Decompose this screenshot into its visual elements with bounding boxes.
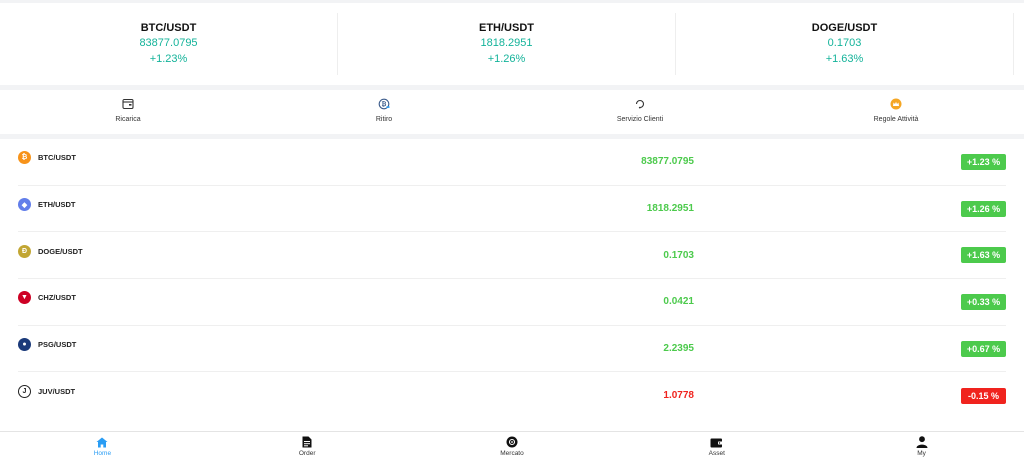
tab-mercato[interactable]: Mercato — [410, 432, 615, 457]
bitcoin-withdraw-icon: ₿ — [377, 97, 391, 111]
tab-my[interactable]: My — [819, 432, 1024, 457]
quick-action-label: Ricarica — [115, 116, 141, 123]
coin-cell: ▼ CHZ/USDT — [18, 291, 318, 305]
ticker-doge[interactable]: DOGE/USDT 0.1703 +1.63% — [676, 13, 1014, 75]
ticker-change: +1.26% — [487, 53, 526, 65]
change-badge: +0.67 % — [961, 340, 1006, 357]
quick-action-ricarica[interactable]: Ricarica — [0, 90, 256, 134]
tab-label: Asset — [708, 450, 725, 457]
psg-icon: ● — [18, 338, 31, 352]
tab-label: My — [917, 450, 926, 457]
market-icon — [505, 436, 519, 448]
juv-icon: J — [18, 385, 31, 399]
home-icon — [95, 436, 109, 448]
market-row-juv[interactable]: J JUV/USDT 1.0778 -0.15 % — [18, 372, 1006, 419]
market-row-doge[interactable]: Ð DOGE/USDT 0.1703 +1.63 % — [18, 232, 1006, 280]
coin-symbol: DOGE/USDT — [38, 246, 83, 256]
market-price: 1818.2951 — [646, 203, 694, 215]
change-badge: +1.23 % — [961, 153, 1006, 170]
bottom-tab-bar: Home Order Mercato Asset My — [0, 431, 1024, 457]
ticker-price: 83877.0795 — [139, 37, 198, 49]
doge-icon: Ð — [18, 244, 31, 258]
tab-order[interactable]: Order — [205, 432, 410, 457]
crown-icon — [889, 97, 903, 111]
coin-cell: ● PSG/USDT — [18, 338, 318, 352]
coin-cell: Ð DOGE/USDT — [18, 244, 318, 258]
change-badge: -0.15 % — [961, 387, 1006, 404]
quick-action-label: Regole Attività — [873, 116, 919, 123]
quick-action-regole-attivita[interactable]: Regole Attività — [768, 90, 1024, 134]
market-row-btc[interactable]: ₿ BTC/USDT 83877.0795 +1.23 % — [18, 139, 1006, 186]
eth-icon: ◆ — [18, 198, 31, 212]
tab-label: Mercato — [500, 450, 524, 457]
coin-symbol: JUV/USDT — [38, 387, 76, 397]
quick-actions: Ricarica ₿ Ritiro Servizio Clienti Regol… — [0, 90, 1024, 134]
chz-icon: ▼ — [18, 291, 31, 305]
quick-action-label: Servizio Clienti — [616, 116, 664, 123]
tab-asset[interactable]: Asset — [614, 432, 819, 457]
order-document-icon — [300, 436, 314, 448]
quick-action-label: Ritiro — [375, 116, 393, 123]
quick-action-servizio-clienti[interactable]: Servizio Clienti — [512, 90, 768, 134]
ticker-change: +1.63% — [825, 53, 864, 65]
btc-icon: ₿ — [18, 151, 31, 165]
coin-symbol: PSG/USDT — [38, 340, 77, 350]
change-badge: +1.63 % — [961, 247, 1006, 264]
market-row-eth[interactable]: ◆ ETH/USDT 1818.2951 +1.26 % — [18, 186, 1006, 233]
coin-cell: ₿ BTC/USDT — [18, 151, 318, 165]
ticker-btc[interactable]: BTC/USDT 83877.0795 +1.23% — [0, 13, 338, 75]
ticker-eth[interactable]: ETH/USDT 1818.2951 +1.26% — [338, 13, 676, 75]
svg-text:₿: ₿ — [382, 101, 387, 108]
tab-label: Order — [298, 450, 316, 457]
market-price: 0.0421 — [663, 296, 694, 308]
coin-cell: J JUV/USDT — [18, 385, 318, 399]
market-row-chz[interactable]: ▼ CHZ/USDT 0.0421 +0.33 % — [18, 279, 1006, 326]
quick-action-ritiro[interactable]: ₿ Ritiro — [256, 90, 512, 134]
ticker-price: 1818.2951 — [480, 37, 533, 49]
coin-symbol: ETH/USDT — [38, 200, 76, 210]
market-price: 1.0778 — [663, 390, 694, 402]
market-row-psg[interactable]: ● PSG/USDT 2.2395 +0.67 % — [18, 326, 1006, 373]
market-list: ₿ BTC/USDT 83877.0795 +1.23 % ◆ ETH/USDT… — [0, 139, 1024, 431]
wallet-card-icon — [121, 97, 135, 111]
wallet-icon — [710, 436, 724, 448]
coin-symbol: CHZ/USDT — [38, 293, 76, 303]
coin-symbol: BTC/USDT — [38, 153, 76, 163]
market-price: 2.2395 — [663, 343, 694, 355]
ticker-price: 0.1703 — [827, 37, 862, 49]
ticker-symbol: ETH/USDT — [479, 22, 534, 34]
tab-label: Home — [93, 450, 112, 457]
tab-home[interactable]: Home — [0, 432, 205, 457]
customer-service-icon — [633, 97, 647, 111]
ticker-symbol: BTC/USDT — [140, 22, 197, 34]
user-icon — [915, 436, 929, 448]
ticker-change: +1.23% — [149, 53, 188, 65]
market-price: 83877.0795 — [641, 156, 694, 168]
change-badge: +0.33 % — [961, 293, 1006, 310]
market-price: 0.1703 — [663, 249, 694, 261]
ticker-header: BTC/USDT 83877.0795 +1.23% ETH/USDT 1818… — [0, 3, 1024, 85]
ticker-symbol: DOGE/USDT — [811, 22, 878, 34]
coin-cell: ◆ ETH/USDT — [18, 198, 318, 212]
change-badge: +1.26 % — [961, 200, 1006, 217]
